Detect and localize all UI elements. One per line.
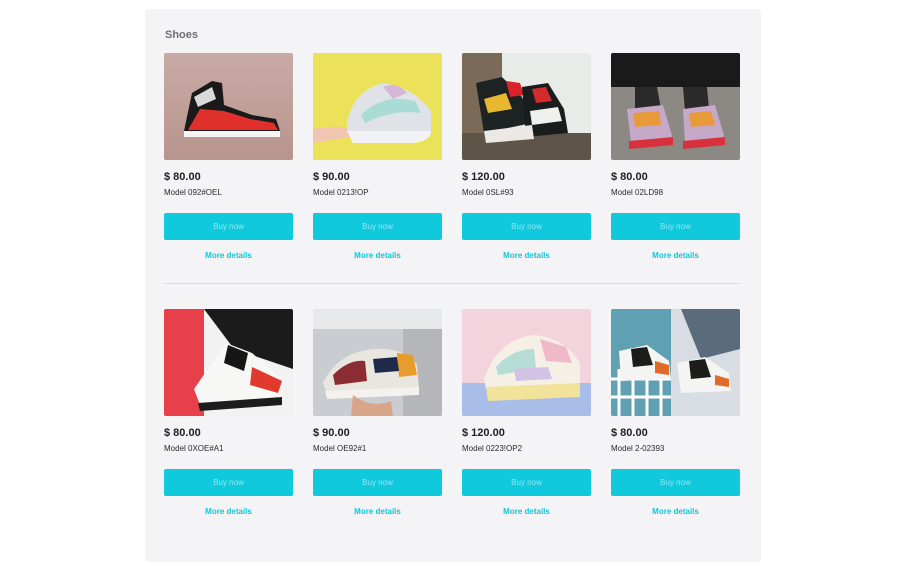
product-image[interactable] bbox=[611, 53, 740, 160]
product-card: $ 80.00 Model 092#OEL Buy now More detai… bbox=[164, 53, 293, 260]
more-details-link[interactable]: More details bbox=[164, 507, 293, 516]
product-image[interactable] bbox=[462, 53, 591, 160]
buy-now-button[interactable]: Buy now bbox=[462, 213, 591, 240]
buy-now-button[interactable]: Buy now bbox=[611, 469, 740, 496]
buy-now-button[interactable]: Buy now bbox=[313, 213, 442, 240]
buy-now-button[interactable]: Buy now bbox=[164, 469, 293, 496]
jordan-sneakers-worn-image bbox=[611, 309, 740, 416]
red-black-high-top-image bbox=[164, 309, 293, 416]
product-image[interactable] bbox=[313, 309, 442, 416]
product-image[interactable] bbox=[611, 309, 740, 416]
product-card: $ 80.00 Model 0XOE#A1 Buy now More detai… bbox=[164, 309, 293, 516]
product-card: $ 120.00 Model 0SL#93 Buy now More detai… bbox=[462, 53, 591, 260]
section-title: Shoes bbox=[165, 29, 199, 41]
row-divider bbox=[164, 283, 740, 284]
product-image[interactable] bbox=[462, 309, 591, 416]
pastel-chunky-sneaker-image bbox=[313, 53, 442, 160]
product-model: Model 02LD98 bbox=[611, 188, 664, 197]
product-model: Model OE92#1 bbox=[313, 444, 367, 453]
runner-sneaker-in-hand-image bbox=[313, 309, 442, 416]
product-card: $ 80.00 Model 2-02393 Buy now More detai… bbox=[611, 309, 740, 516]
product-model: Model 0SL#93 bbox=[462, 188, 514, 197]
product-price: $ 80.00 bbox=[611, 171, 648, 183]
pastel-low-top-sneaker-image bbox=[462, 309, 591, 416]
more-details-link[interactable]: More details bbox=[611, 251, 740, 260]
high-top-sneaker-image bbox=[164, 53, 293, 160]
more-details-link[interactable]: More details bbox=[313, 251, 442, 260]
buy-now-button[interactable]: Buy now bbox=[611, 213, 740, 240]
product-row-2: $ 80.00 Model 0XOE#A1 Buy now More detai… bbox=[164, 309, 740, 516]
product-price: $ 120.00 bbox=[462, 171, 505, 183]
product-model: Model 2-02393 bbox=[611, 444, 665, 453]
buy-now-button[interactable]: Buy now bbox=[164, 213, 293, 240]
product-price: $ 120.00 bbox=[462, 427, 505, 439]
products-panel: Shoes $ 80.00 Model 092#OEL Buy now More… bbox=[145, 9, 761, 562]
product-image[interactable] bbox=[164, 309, 293, 416]
product-price: $ 90.00 bbox=[313, 427, 350, 439]
product-price: $ 90.00 bbox=[313, 171, 350, 183]
buy-now-button[interactable]: Buy now bbox=[313, 469, 442, 496]
product-price: $ 80.00 bbox=[164, 427, 201, 439]
more-details-link[interactable]: More details bbox=[164, 251, 293, 260]
product-model: Model 0213!OP bbox=[313, 188, 369, 197]
more-details-link[interactable]: More details bbox=[462, 507, 591, 516]
more-details-link[interactable]: More details bbox=[611, 507, 740, 516]
buy-now-button[interactable]: Buy now bbox=[462, 469, 591, 496]
product-card: $ 80.00 Model 02LD98 Buy now More detail… bbox=[611, 53, 740, 260]
product-card: $ 120.00 Model 0223!OP2 Buy now More det… bbox=[462, 309, 591, 516]
product-image[interactable] bbox=[313, 53, 442, 160]
product-card: $ 90.00 Model 0213!OP Buy now More detai… bbox=[313, 53, 442, 260]
product-model: Model 0223!OP2 bbox=[462, 444, 523, 453]
product-price: $ 80.00 bbox=[611, 427, 648, 439]
colorful-sneakers-image bbox=[611, 53, 740, 160]
product-price: $ 80.00 bbox=[164, 171, 201, 183]
product-row-1: $ 80.00 Model 092#OEL Buy now More detai… bbox=[164, 53, 740, 260]
more-details-link[interactable]: More details bbox=[313, 507, 442, 516]
product-card: $ 90.00 Model OE92#1 Buy now More detail… bbox=[313, 309, 442, 516]
product-model: Model 0XOE#A1 bbox=[164, 444, 224, 453]
more-details-link[interactable]: More details bbox=[462, 251, 591, 260]
black-red-sneakers-image bbox=[462, 53, 591, 160]
product-image[interactable] bbox=[164, 53, 293, 160]
product-model: Model 092#OEL bbox=[164, 188, 222, 197]
